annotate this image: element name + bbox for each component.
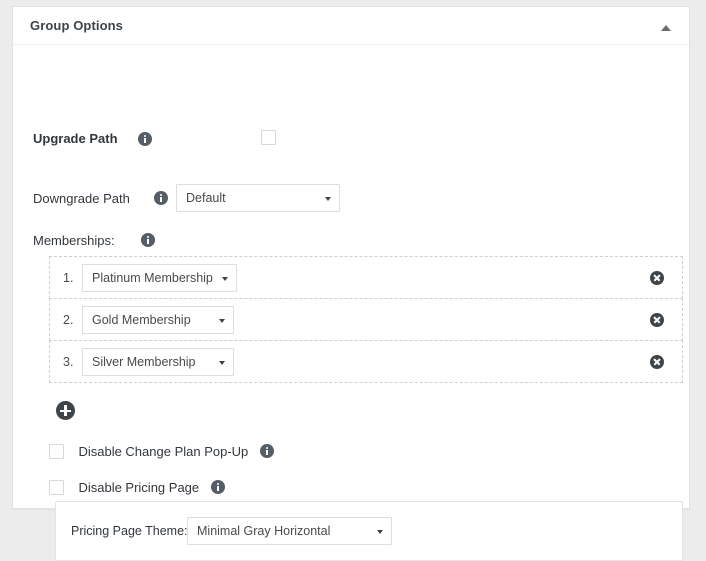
pricing-page-theme-select[interactable]: Minimal Gray Horizontal	[187, 517, 392, 545]
membership-index: 2.	[63, 313, 73, 327]
memberships-list: 1. Platinum Membership 2. Gold Membershi…	[49, 256, 683, 382]
add-membership-button[interactable]	[56, 401, 75, 420]
memberships-label: Memberships:	[33, 233, 115, 248]
pricing-page-theme-value: Minimal Gray Horizontal	[197, 524, 330, 538]
downgrade-path-value: Default	[186, 191, 226, 205]
pricing-page-theme-label: Pricing Page Theme:	[71, 524, 188, 538]
disable-change-plan-popup-checkbox[interactable]	[49, 444, 64, 459]
membership-select[interactable]: Platinum Membership	[82, 264, 237, 292]
upgrade-path-info-icon[interactable]	[138, 132, 152, 146]
caret-up-icon	[661, 25, 671, 31]
membership-index: 3.	[63, 355, 73, 369]
membership-select[interactable]: Gold Membership	[82, 306, 234, 334]
membership-value: Silver Membership	[92, 355, 196, 369]
membership-value: Platinum Membership	[92, 271, 213, 285]
membership-index: 1.	[63, 271, 73, 285]
downgrade-path-select[interactable]: Default	[176, 184, 340, 212]
delete-membership-button[interactable]	[650, 355, 664, 369]
pricing-page-settings-box: Pricing Page Theme: Minimal Gray Horizon…	[55, 501, 683, 561]
group-options-panel: Group Options Upgrade Path Downgrade Pat…	[12, 6, 690, 509]
list-item: 3. Silver Membership	[49, 340, 683, 383]
chevron-down-icon	[222, 277, 228, 281]
page-title: Group Options	[30, 18, 123, 33]
membership-value: Gold Membership	[92, 313, 191, 327]
delete-membership-button[interactable]	[650, 313, 664, 327]
downgrade-path-label: Downgrade Path	[33, 191, 130, 206]
disable-change-plan-popup-label: Disable Change Plan Pop-Up	[78, 444, 248, 459]
downgrade-path-info-icon[interactable]	[154, 191, 168, 205]
chevron-down-icon	[219, 361, 225, 365]
chevron-down-icon	[325, 197, 331, 201]
delete-membership-button[interactable]	[650, 271, 664, 285]
disable-change-plan-popup-row: Disable Change Plan Pop-Up	[49, 443, 274, 461]
memberships-info-icon[interactable]	[141, 233, 155, 247]
disable-pricing-page-checkbox[interactable]	[49, 480, 64, 495]
panel-body: Upgrade Path Downgrade Path Default Memb…	[13, 45, 689, 509]
list-item: 1. Platinum Membership	[49, 256, 683, 299]
disable-pricing-page-row: Disable Pricing Page	[49, 479, 225, 497]
list-item: 2. Gold Membership	[49, 298, 683, 341]
membership-select[interactable]: Silver Membership	[82, 348, 234, 376]
disable-pricing-page-label: Disable Pricing Page	[78, 480, 199, 495]
chevron-down-icon	[377, 530, 383, 534]
collapse-toggle-button[interactable]	[659, 21, 673, 35]
disable-change-plan-popup-info-icon[interactable]	[260, 444, 274, 458]
panel-header: Group Options	[13, 7, 689, 45]
disable-pricing-page-info-icon[interactable]	[211, 480, 225, 494]
upgrade-path-label: Upgrade Path	[33, 131, 118, 146]
upgrade-path-checkbox[interactable]	[261, 130, 276, 145]
chevron-down-icon	[219, 319, 225, 323]
